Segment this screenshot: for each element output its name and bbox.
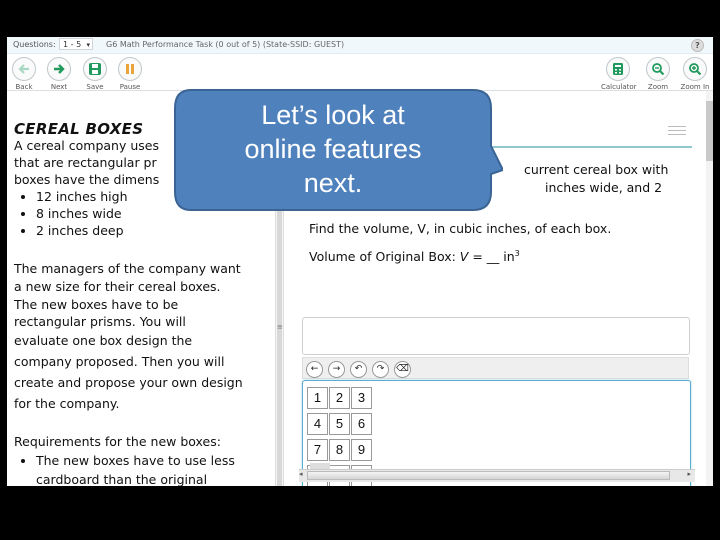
back-label: Back <box>15 83 33 91</box>
passage-title: CEREAL BOXES <box>14 120 144 138</box>
redo-icon: ↷ <box>376 364 385 374</box>
callout-line: Let’s look at <box>261 100 405 130</box>
calculator-button[interactable]: Calculator <box>601 57 637 91</box>
question-prompt: Find the volume, V, in cubic inches, of … <box>309 221 612 236</box>
requirements-list: The new boxes have to use less cardboard… <box>14 451 275 486</box>
next-button[interactable]: Next <box>42 57 76 91</box>
help-button[interactable]: ? <box>691 39 704 52</box>
key-7[interactable]: 7 <box>307 439 328 461</box>
list-item: 2 inches deep <box>36 222 275 239</box>
key-9[interactable]: 9 <box>351 439 372 461</box>
requirements-section: Requirements for the new boxes: The new … <box>14 432 275 486</box>
zoom-in-label: Zoom In <box>680 83 710 91</box>
callout-line: online features <box>244 134 422 164</box>
key-5[interactable]: 5 <box>329 413 350 435</box>
arrow-left-icon <box>18 64 29 74</box>
chevron-down-icon: ▾ <box>86 41 90 49</box>
key-2[interactable]: 2 <box>329 387 350 409</box>
requirements-heading: Requirements for the new boxes: <box>14 434 221 449</box>
task-title: G6 Math Performance Task (0 out of 5) (S… <box>106 40 345 49</box>
paragraph-line: company proposed. Then you will <box>14 353 225 369</box>
grip-icon: ≡ <box>277 323 283 331</box>
callout-text: Let’s look at online features next. <box>173 98 493 200</box>
toolbar: Back Next Save Pause Calculator Zoom Out… <box>7 54 713 99</box>
redo-button[interactable]: ↷ <box>372 361 389 378</box>
answer-label-prefix: Volume of Original Box: <box>309 249 460 265</box>
pause-label: Pause <box>119 83 141 91</box>
answer-label: Volume of Original Box: V = __ in3 <box>309 249 520 264</box>
pause-button[interactable]: Pause <box>113 57 147 91</box>
paragraph-line: evaluate one box design the <box>14 333 193 349</box>
arrow-right-icon <box>54 64 65 74</box>
move-left-button[interactable]: ← <box>306 361 323 378</box>
answer-response-box[interactable] <box>302 317 690 355</box>
question-stem-line: inches wide, and 2 <box>545 180 663 195</box>
questions-select[interactable]: 1 - 5 ▾ <box>59 38 93 50</box>
callout-bubble: Let’s look at online features next. <box>173 88 503 212</box>
paragraph-line: The managers of the company want <box>14 261 241 276</box>
arrow-right-icon: → <box>332 364 341 374</box>
questions-select-value: 1 - 5 <box>63 40 82 49</box>
undo-icon: ↶ <box>354 364 363 374</box>
key-4[interactable]: 4 <box>307 413 328 435</box>
list-item: The new boxes have to use less cardboard… <box>36 451 275 486</box>
move-right-button[interactable]: → <box>328 361 345 378</box>
top-bar: Questions: 1 - 5 ▾ G6 Math Performance T… <box>7 37 713 54</box>
passage-paragraph: The managers of the company want a new s… <box>14 260 275 412</box>
zoom-in-button[interactable]: Zoom In <box>678 57 712 91</box>
zoom-out-icon <box>652 63 665 76</box>
scroll-left-icon[interactable]: ◂ <box>299 470 303 478</box>
back-button[interactable]: Back <box>7 57 41 91</box>
paragraph-line: create and propose your own design <box>14 374 243 390</box>
key-6[interactable]: 6 <box>351 413 372 435</box>
calculator-label: Calculator <box>601 83 637 91</box>
requirement-line: cardboard than the original <box>36 472 208 486</box>
next-label: Next <box>50 83 68 91</box>
help-icon: ? <box>695 41 700 50</box>
answer-exponent: 3 <box>514 249 520 258</box>
save-label: Save <box>86 83 104 91</box>
answer-equals: = __ in <box>468 249 515 265</box>
pause-icon <box>126 64 134 74</box>
delete-button[interactable]: ⌫ <box>394 361 411 378</box>
backspace-icon: ⌫ <box>396 364 409 374</box>
arrow-left-icon: ← <box>310 364 319 374</box>
horizontal-scrollbar[interactable]: ◂ ▸ <box>299 469 695 482</box>
questions-label: Questions: <box>13 40 56 49</box>
question-stem-line: current cereal box with <box>524 162 669 177</box>
key-1[interactable]: 1 <box>307 387 328 409</box>
zoom-in-icon <box>689 63 702 76</box>
horizontal-scroll-thumb[interactable] <box>307 471 670 480</box>
menu-icon[interactable] <box>668 126 686 138</box>
paragraph-line: The new boxes have to be <box>14 296 179 312</box>
callout-line: next. <box>303 168 363 198</box>
key-3[interactable]: 3 <box>351 387 372 409</box>
vertical-scroll-thumb[interactable] <box>706 101 713 161</box>
floppy-disk-icon <box>89 63 101 75</box>
save-button[interactable]: Save <box>78 57 112 91</box>
vertical-scrollbar[interactable] <box>706 91 713 486</box>
undo-button[interactable]: ↶ <box>350 361 367 378</box>
paragraph-line: a new size for their cereal boxes. <box>14 278 221 294</box>
scroll-right-icon[interactable]: ▸ <box>687 470 691 478</box>
requirement-line: The new boxes have to use less <box>36 453 235 468</box>
key-8[interactable]: 8 <box>329 439 350 461</box>
paragraph-line: for the company. <box>14 395 120 411</box>
calculator-icon <box>613 63 623 75</box>
paragraph-line: rectangular prisms. You will <box>14 314 186 330</box>
equation-toolbar: ← → ↶ ↷ ⌫ <box>302 357 689 379</box>
